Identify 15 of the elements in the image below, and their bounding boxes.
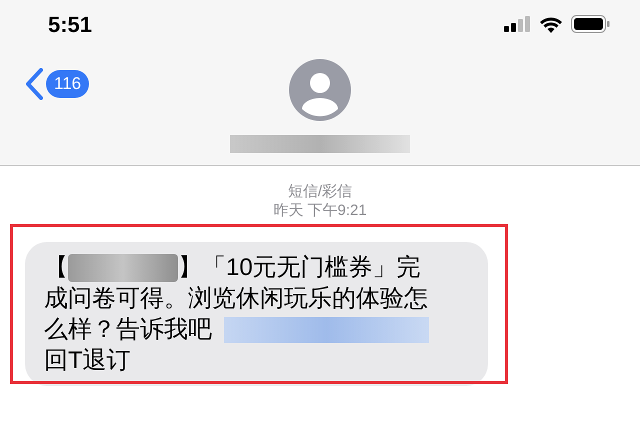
message-timestamp: 昨天 下午9:21 bbox=[273, 201, 367, 220]
signal-icon bbox=[504, 16, 531, 32]
message-text: 】「10元无门槛券」完 bbox=[178, 252, 421, 282]
contact-avatar-icon[interactable] bbox=[289, 59, 351, 121]
unread-count-badge: 116 bbox=[46, 70, 90, 98]
message-text: 【 bbox=[44, 252, 68, 282]
battery-icon bbox=[571, 15, 610, 33]
service-label: 短信/彩信 bbox=[288, 182, 352, 201]
back-button[interactable]: 116 bbox=[24, 68, 90, 100]
message-text: 回T退订 bbox=[44, 346, 131, 376]
message-text: 么样？告诉我吧 bbox=[44, 314, 212, 344]
status-time: 5:51 bbox=[48, 10, 92, 38]
wifi-icon bbox=[539, 16, 563, 32]
message-text: 成问卷可得。浏览休闲玩乐的体验怎 bbox=[44, 284, 428, 314]
back-chevron-icon bbox=[24, 68, 44, 100]
